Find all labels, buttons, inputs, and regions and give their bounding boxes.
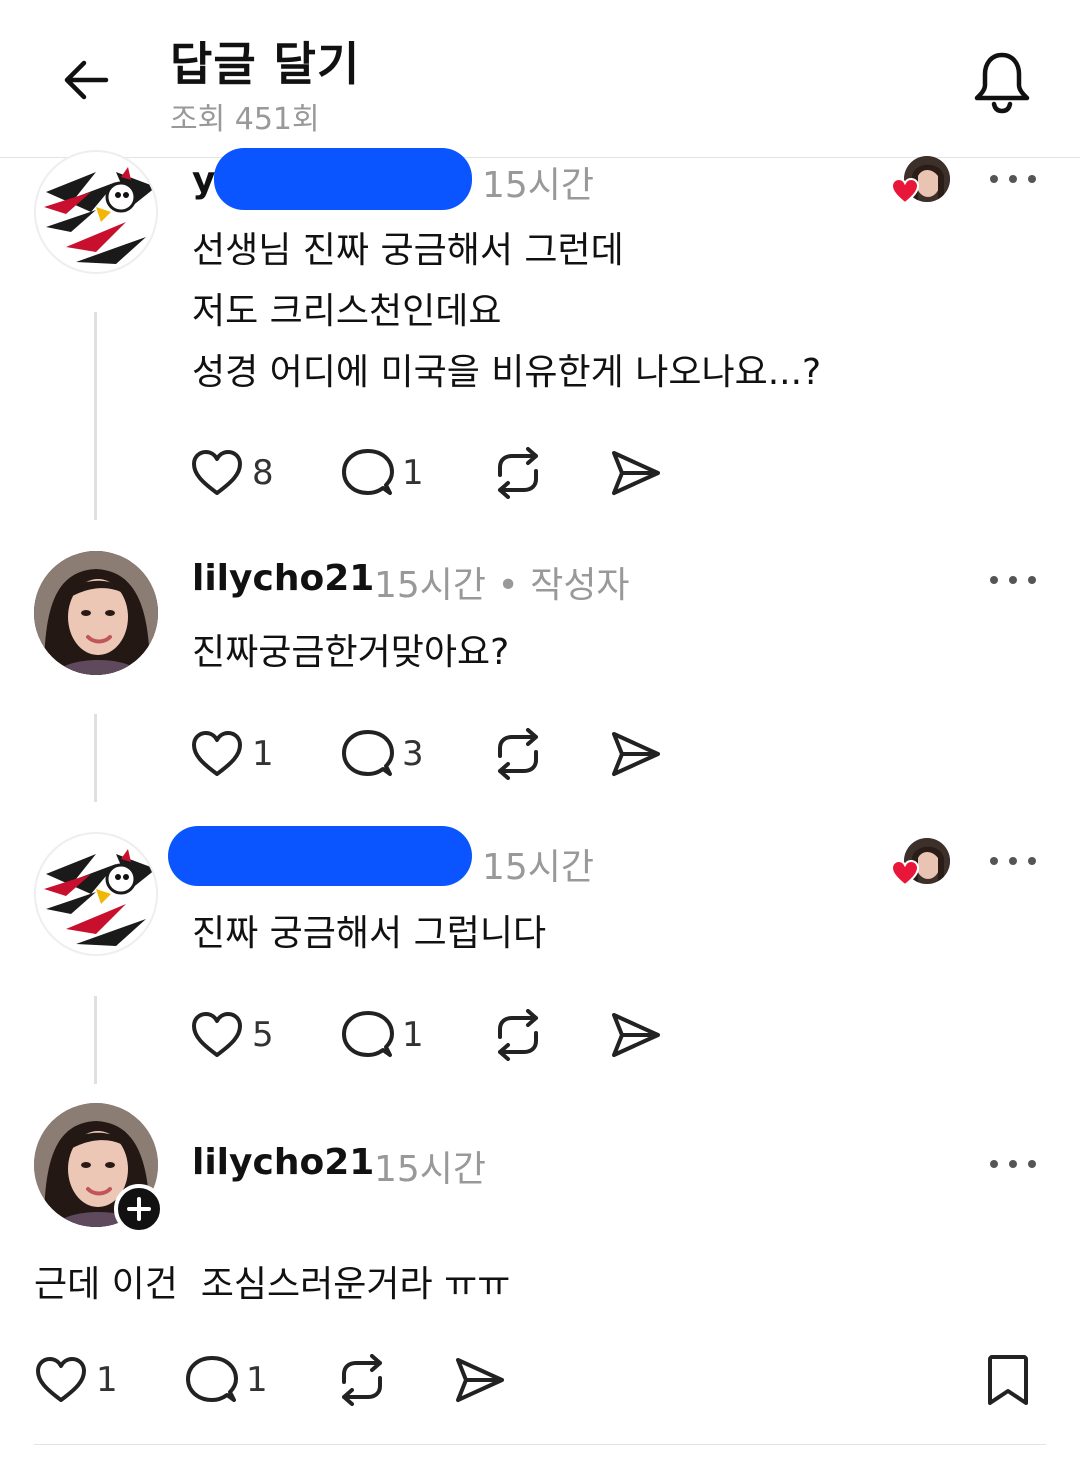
repost-button[interactable] (492, 724, 544, 784)
thread-line (94, 714, 97, 802)
more-options-button[interactable] (990, 846, 1036, 876)
like-button[interactable]: 5 (190, 1005, 274, 1065)
like-count: 8 (252, 453, 274, 493)
username[interactable]: y (192, 160, 215, 201)
time-text: 15시간 (374, 565, 487, 606)
heart-icon (192, 731, 242, 776)
timestamp: 15시간 (374, 1149, 487, 1190)
action-bar: 1 1 (34, 1350, 1034, 1410)
share-button[interactable] (610, 443, 662, 503)
more-options-button[interactable] (990, 1149, 1036, 1179)
notification-button[interactable] (970, 46, 1034, 118)
repost-icon (498, 1009, 538, 1061)
avatar[interactable] (34, 551, 158, 675)
more-options-button[interactable] (990, 565, 1036, 595)
share-icon (612, 451, 660, 495)
repost-icon (498, 447, 538, 499)
redaction-mark (168, 826, 472, 886)
username[interactable]: lilycho21 (192, 1142, 374, 1183)
share-button[interactable] (610, 1005, 662, 1065)
repost-icon (342, 1354, 382, 1406)
reply-text: 선생님 진짜 궁금해서 그런데 저도 크리스천인데요 성경 어디에 미국을 비유… (192, 230, 822, 393)
more-options-button[interactable] (990, 164, 1036, 194)
repost-button[interactable] (336, 1350, 388, 1410)
heart-icon (36, 1357, 86, 1402)
reply-button[interactable]: 1 (342, 1005, 424, 1065)
like-count: 1 (96, 1360, 118, 1400)
action-bar: 5 1 (190, 1005, 670, 1065)
like-button[interactable]: 8 (190, 443, 274, 503)
username[interactable]: lilycho21 (192, 558, 374, 599)
heart-icon (890, 177, 920, 205)
comment-icon (342, 1011, 394, 1057)
heart-icon (192, 1012, 242, 1057)
thread-line (94, 996, 97, 1084)
avatar[interactable] (34, 832, 158, 956)
bookmark-button[interactable] (986, 1350, 1030, 1410)
reply-text: 진짜 궁금해서 그럽니다 (192, 913, 547, 954)
page-title: 답글 달기 (170, 37, 361, 91)
action-bar: 1 3 (190, 724, 670, 784)
bird-avatar-image (44, 167, 156, 264)
reply-button[interactable]: 1 (186, 1350, 268, 1410)
reply-button[interactable]: 3 (342, 724, 424, 784)
share-button[interactable] (454, 1350, 506, 1410)
redaction-mark (214, 148, 472, 210)
like-count: 5 (252, 1015, 274, 1055)
action-bar: 8 1 (190, 443, 670, 503)
like-count: 1 (252, 734, 274, 774)
reply-count: 1 (402, 1015, 424, 1055)
timestamp: 15시간 (482, 165, 595, 206)
comment-icon (342, 449, 394, 495)
bell-icon (974, 52, 1030, 114)
heart-icon (192, 450, 242, 495)
reply-text: 근데 이건 조심스러운거라 ㅠㅠ (34, 1264, 511, 1305)
like-button[interactable]: 1 (190, 724, 274, 784)
comment-icon (186, 1356, 238, 1402)
author-liked-badge (890, 156, 954, 212)
timestamp: 15시간 • 작성자 (374, 556, 630, 608)
share-icon (612, 1013, 660, 1057)
reply-button[interactable]: 1 (342, 443, 424, 503)
divider (34, 1444, 1046, 1445)
view-count: 조회 451회 (170, 102, 320, 137)
follow-button[interactable] (114, 1184, 164, 1234)
top-bar: 답글 달기 조회 451회 (0, 0, 1080, 158)
profile-photo (34, 551, 158, 675)
timestamp: 15시간 (482, 847, 595, 888)
comment-icon (342, 730, 394, 776)
reply-text: 진짜궁금한거맞아요? (192, 632, 510, 673)
plus-icon (127, 1197, 151, 1221)
reply-count: 1 (246, 1360, 268, 1400)
back-button[interactable] (58, 52, 114, 108)
share-button[interactable] (610, 724, 662, 784)
like-button[interactable]: 1 (34, 1350, 118, 1410)
share-icon (456, 1358, 504, 1402)
heart-icon (890, 859, 920, 887)
author-liked-badge (890, 838, 954, 894)
bird-avatar-image (44, 849, 156, 946)
author-tag: • 작성자 (497, 565, 630, 606)
thread-line (94, 312, 97, 520)
repost-button[interactable] (492, 1005, 544, 1065)
reply-count: 1 (402, 453, 424, 493)
avatar[interactable] (34, 150, 158, 274)
repost-button[interactable] (492, 443, 544, 503)
repost-icon (498, 728, 538, 780)
back-arrow-icon (64, 60, 109, 100)
reply-count: 3 (402, 734, 424, 774)
bookmark-icon (988, 1355, 1028, 1405)
share-icon (612, 732, 660, 776)
